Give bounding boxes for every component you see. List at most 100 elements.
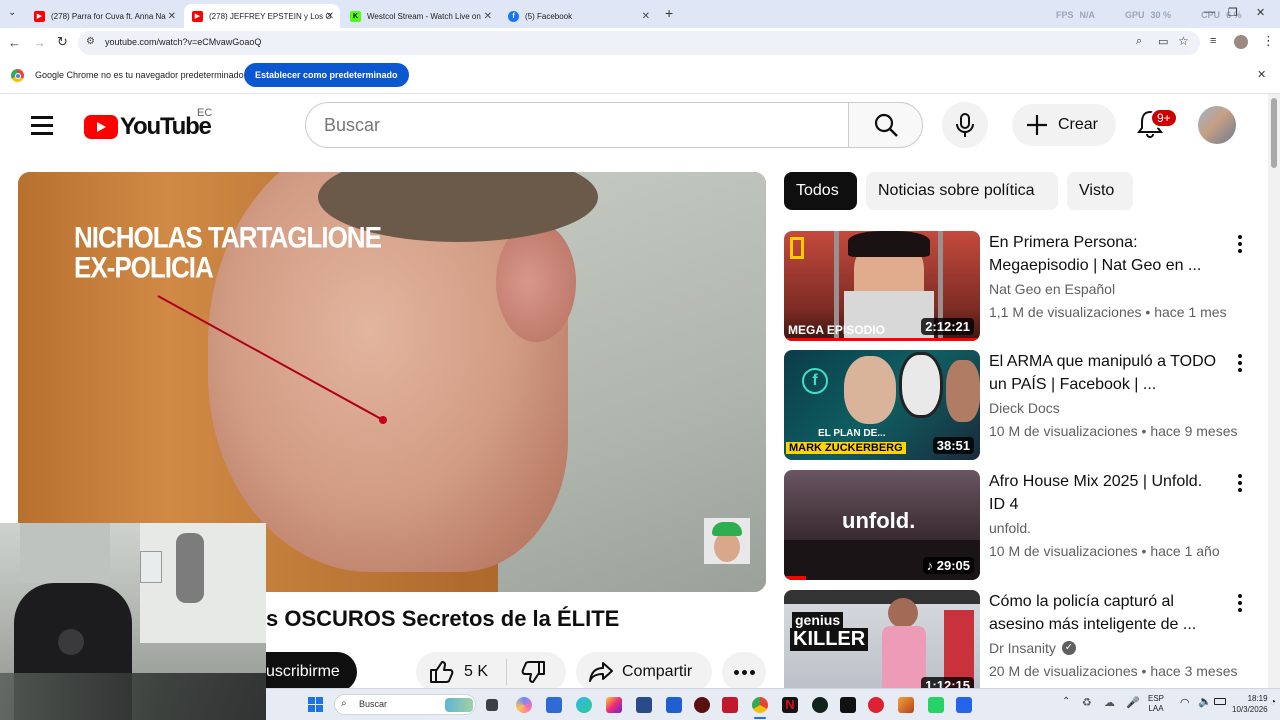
recommendation-item[interactable]: f EL PLAN DE... MARK ZUCKERBERG 38:51 El… bbox=[784, 350, 1254, 462]
create-button[interactable]: Crear bbox=[1012, 104, 1116, 146]
recommendation-title[interactable]: Cómo la policía capturó al asesino más i… bbox=[989, 590, 1221, 636]
chrome-menu-icon[interactable]: ⋮ bbox=[1262, 33, 1275, 49]
video-thumbnail[interactable]: f EL PLAN DE... MARK ZUCKERBERG 38:51 bbox=[784, 350, 980, 460]
close-tab-icon[interactable]: ✕ bbox=[168, 11, 176, 22]
recommendation-title[interactable]: Afro House Mix 2025 | Unfold. ID 4 bbox=[989, 470, 1221, 516]
duration-badge: ♪ 29:05 bbox=[922, 557, 974, 574]
video-meta: 20 M de visualizaciones • hace 3 meses bbox=[989, 663, 1238, 679]
profile-avatar-icon[interactable] bbox=[1234, 35, 1248, 49]
microphone-tray-icon[interactable]: 🎤 bbox=[1126, 696, 1140, 709]
edge-icon[interactable] bbox=[576, 697, 592, 713]
more-options-icon[interactable] bbox=[1238, 474, 1244, 495]
copilot-icon[interactable] bbox=[516, 697, 532, 713]
search-input[interactable]: Buscar bbox=[305, 102, 849, 148]
voice-search-button[interactable] bbox=[942, 102, 988, 148]
tab-parra-for-cuva[interactable]: ▶ (278) Parra for Cuva ft. Anna Na ✕ bbox=[26, 4, 182, 28]
hamburger-menu-icon[interactable] bbox=[31, 116, 53, 135]
notification-center-icon[interactable]: ◔ bbox=[1270, 697, 1276, 708]
photos-icon[interactable] bbox=[666, 697, 682, 713]
winamp-icon[interactable] bbox=[898, 697, 914, 713]
tray-app-icon[interactable]: ☁ bbox=[1104, 696, 1115, 709]
show-hidden-icons-icon[interactable]: ⌃ bbox=[1062, 696, 1070, 707]
notepad-icon[interactable] bbox=[956, 697, 972, 713]
bookmark-star-icon[interactable]: ☆ bbox=[1178, 34, 1189, 48]
close-tab-icon[interactable]: ✕ bbox=[484, 11, 492, 22]
zoom-icon[interactable]: ⌕ bbox=[1136, 35, 1142, 48]
tab-facebook[interactable]: f (5) Facebook ✕ bbox=[500, 4, 656, 28]
close-tab-icon[interactable]: ✕ bbox=[642, 11, 650, 22]
chip-noticias-politica[interactable]: Noticias sobre política bbox=[866, 172, 1058, 210]
minimize-window-button[interactable]: — bbox=[1204, 6, 1215, 18]
channel-name[interactable]: Nat Geo en Español bbox=[989, 281, 1115, 297]
back-arrow-icon[interactable]: ← bbox=[8, 35, 21, 50]
thumb-caption-highlight: MARK ZUCKERBERG bbox=[786, 442, 906, 454]
battery-icon[interactable] bbox=[1214, 698, 1226, 705]
upwork-icon[interactable] bbox=[812, 697, 828, 713]
recommendation-title[interactable]: El ARMA que manipuló a TODO un PAÍS | Fa… bbox=[989, 350, 1221, 396]
recommendation-item[interactable]: MEGA EPISODIO 2:12:21 En Primera Persona… bbox=[784, 231, 1254, 343]
cast-icon[interactable]: ▭ bbox=[1158, 35, 1168, 48]
chip-todos[interactable]: Todos bbox=[784, 172, 857, 210]
whatsapp-icon[interactable] bbox=[928, 697, 944, 713]
thumbs-down-icon bbox=[521, 661, 545, 683]
media-controls-icon[interactable]: ≡ bbox=[1210, 35, 1216, 47]
clock[interactable]: 18:19 10/3/2026 bbox=[1232, 693, 1268, 715]
channel-watermark[interactable] bbox=[704, 518, 750, 564]
capcut-icon[interactable] bbox=[840, 697, 856, 713]
tab-westcol-stream[interactable]: K Westcol Stream - Watch Live on ✕ bbox=[342, 4, 498, 28]
search-icon: ⌕ bbox=[341, 698, 347, 709]
reload-icon[interactable]: ↻ bbox=[57, 34, 68, 50]
start-button[interactable] bbox=[308, 697, 323, 712]
unfold-logo-text: unfold. bbox=[842, 508, 916, 533]
site-info-icon[interactable]: ⚙ bbox=[86, 36, 95, 47]
volume-icon[interactable]: 🔈 bbox=[1198, 695, 1212, 708]
chrome-icon[interactable] bbox=[752, 697, 768, 713]
chip-visto[interactable]: Visto bbox=[1067, 172, 1133, 210]
recommendation-title[interactable]: En Primera Persona: Megaepisodio | Nat G… bbox=[989, 231, 1221, 277]
video-thumbnail[interactable]: genius KILLER 1:12:15 bbox=[784, 590, 980, 700]
search-button[interactable] bbox=[848, 102, 923, 148]
page-scrollbar[interactable] bbox=[1268, 94, 1280, 688]
keyboard-layout[interactable]: ESP LAA bbox=[1148, 694, 1164, 714]
youtube-logo[interactable]: YouTube bbox=[84, 113, 212, 141]
close-window-button[interactable]: ✕ bbox=[1256, 6, 1265, 19]
channel-name[interactable]: Dieck Docs bbox=[989, 400, 1060, 416]
more-actions-button[interactable] bbox=[722, 652, 766, 692]
more-options-icon[interactable] bbox=[1238, 235, 1244, 256]
new-tab-button[interactable]: + bbox=[665, 5, 673, 21]
gpu-value: 30 % bbox=[1150, 10, 1172, 20]
widgets-icon[interactable] bbox=[546, 697, 562, 713]
like-button[interactable]: 5 K bbox=[416, 659, 506, 685]
app-icon[interactable] bbox=[868, 697, 884, 713]
address-bar[interactable]: ⚙ youtube.com/watch?v=eCMvawGoaoQ ⌕ ▭ ☆ bbox=[78, 31, 1200, 55]
forward-arrow-icon[interactable]: → bbox=[33, 35, 46, 50]
taskbar-search-box[interactable]: ⌕ Buscar bbox=[334, 694, 476, 715]
set-default-button[interactable]: Establecer como predeterminado bbox=[244, 63, 409, 87]
task-view-icon[interactable] bbox=[486, 699, 498, 711]
recommendation-item[interactable]: genius KILLER 1:12:15 Cómo la policía ca… bbox=[784, 590, 1254, 702]
dislike-button[interactable] bbox=[507, 659, 547, 685]
facebook-favicon-icon: f bbox=[508, 10, 519, 22]
channel-name[interactable]: Dr Insanity ✓ bbox=[989, 640, 1076, 656]
restore-window-button[interactable]: ❐ bbox=[1228, 6, 1238, 19]
user-avatar[interactable] bbox=[1198, 106, 1236, 144]
more-options-icon[interactable] bbox=[1238, 594, 1244, 615]
video-thumbnail[interactable]: unfold. ♪ 29:05 bbox=[784, 470, 980, 580]
video-thumbnail[interactable]: MEGA EPISODIO 2:12:21 bbox=[784, 231, 980, 341]
app-circle-icon[interactable] bbox=[694, 697, 710, 713]
recommendation-item[interactable]: unfold. ♪ 29:05 Afro House Mix 2025 | Un… bbox=[784, 470, 1254, 582]
close-infobar-icon[interactable]: ✕ bbox=[1257, 68, 1266, 81]
more-options-icon[interactable] bbox=[1238, 354, 1244, 375]
close-tab-icon[interactable]: ✕ bbox=[326, 11, 334, 22]
scrollbar-thumb[interactable] bbox=[1271, 98, 1277, 168]
tab-search-chevron-icon[interactable]: ⌄ bbox=[8, 7, 16, 18]
share-button[interactable]: Compartir bbox=[576, 652, 712, 692]
netflix-icon[interactable]: N bbox=[782, 697, 798, 713]
channel-name[interactable]: unfold. bbox=[989, 520, 1031, 536]
wifi-icon[interactable]: ◠ bbox=[1180, 696, 1190, 709]
instagram-icon[interactable] bbox=[606, 697, 622, 713]
tab-jeffrey-epstein[interactable]: ▶ (278) JEFFREY EPSTEIN y Los O ✕ bbox=[184, 4, 340, 28]
tray-app-icon[interactable]: ♻ bbox=[1082, 696, 1092, 709]
defender-icon[interactable] bbox=[636, 697, 652, 713]
app-red-icon[interactable] bbox=[722, 697, 738, 713]
